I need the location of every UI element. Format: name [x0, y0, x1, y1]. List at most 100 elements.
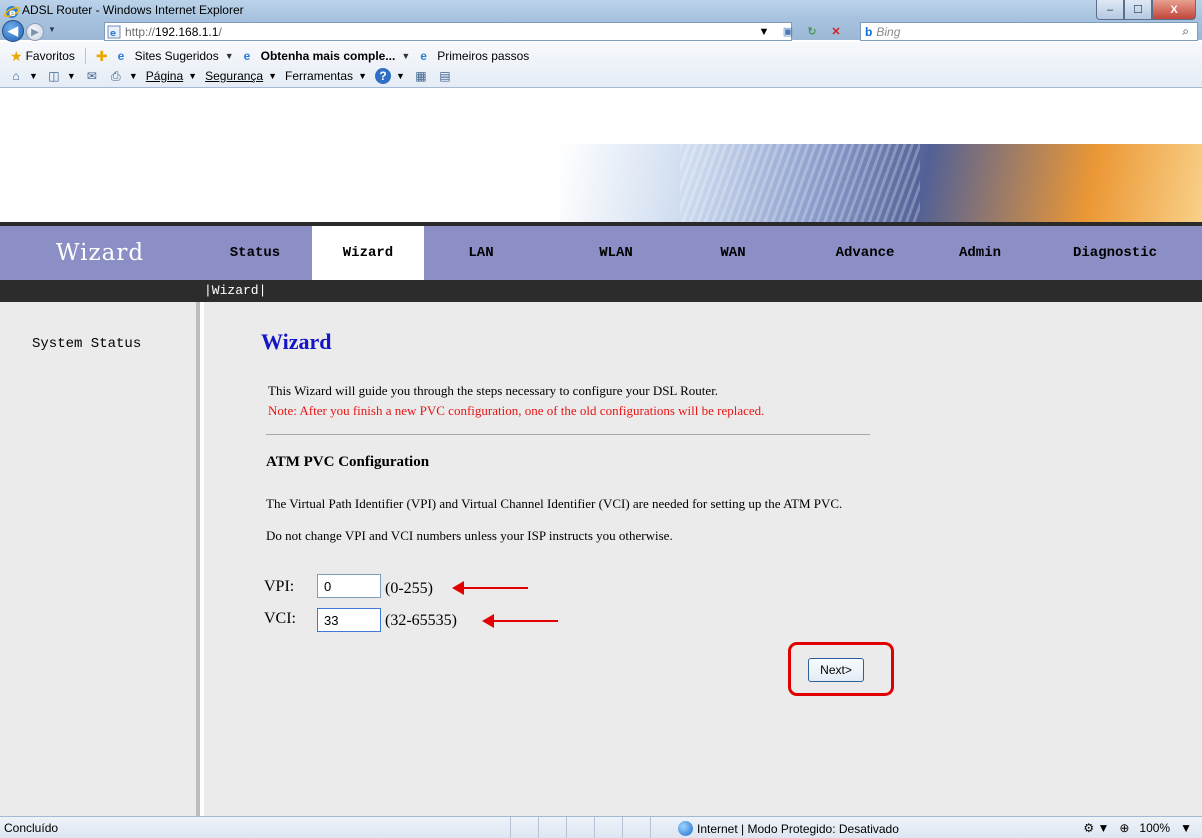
messenger-button[interactable]: ▤	[437, 68, 453, 84]
tab-advance[interactable]: Advance	[800, 226, 930, 280]
security-zone-label: Internet | Modo Protegido: Desativado	[697, 821, 899, 836]
description-text-2: Do not change VPI and VCI numbers unless…	[266, 528, 673, 543]
forward-button[interactable]: ▶	[26, 23, 44, 41]
history-dropdown-icon[interactable]: ▼	[48, 25, 56, 34]
ie-page-icon: e	[420, 49, 427, 63]
tab-diagnostic[interactable]: Diagnostic	[1040, 226, 1190, 280]
maximize-button[interactable]: ☐	[1124, 0, 1152, 20]
refresh-icon[interactable]: ↻	[802, 22, 822, 41]
compatibility-icon[interactable]: ▣	[778, 22, 798, 41]
page-title: Wizard	[261, 329, 332, 354]
address-dropdown-icon[interactable]: ▼	[754, 22, 774, 41]
zoom-icon: ⊕	[1119, 821, 1130, 835]
zoom-control[interactable]: ⚙ ▼ ⊕ 100% ▼	[1083, 821, 1192, 835]
chevron-down-icon: ▼	[224, 51, 234, 61]
vpi-arrow-annotation	[452, 581, 528, 595]
svg-text:e: e	[9, 8, 16, 19]
status-bar: Concluído Internet | Modo Protegido: Des…	[0, 816, 1202, 838]
main-nav: Wizard Status Wizard LAN WLAN WAN Advanc…	[0, 226, 1202, 280]
tab-wizard[interactable]: Wizard	[312, 226, 424, 280]
security-zone[interactable]: Internet | Modo Protegido: Desativado	[678, 821, 899, 836]
banner-stripes	[680, 144, 920, 223]
minimize-button[interactable]: –	[1096, 0, 1124, 20]
zoom-level: 100%	[1139, 821, 1171, 835]
favorites-button[interactable]: ★ Favoritos	[10, 48, 75, 65]
sidebar: System Status	[0, 302, 200, 816]
tools-menu[interactable]: Ferramentas ▼	[285, 69, 367, 83]
ie-page-icon: e	[117, 49, 125, 63]
svg-text:e: e	[110, 29, 116, 39]
favorites-row: ★ Favoritos ✚ e Sites Sugeridos ▼ e Obte…	[0, 46, 529, 66]
search-icon[interactable]: ⌕	[1182, 24, 1189, 39]
vpi-range: (0-255)	[385, 580, 433, 597]
command-bar: ⌂ ▼ ◫ ▼ ✉ ⎙ ▼ Página ▼ Segurança ▼ Ferramenta…	[0, 66, 453, 86]
url-host: 192.168.1.1	[155, 24, 219, 39]
section-brand: Wizard	[55, 240, 145, 266]
messenger-icon: ▤	[439, 69, 451, 83]
sub-nav: |Wizard|	[0, 280, 1202, 302]
vci-input[interactable]	[317, 608, 381, 632]
home-button[interactable]: ⌂ ▼	[8, 68, 38, 84]
main-content: Wizard This Wizard will guide you throug…	[204, 302, 1202, 816]
ie-logo-icon: e	[4, 6, 20, 19]
tools-menu-label: Ferramentas	[285, 69, 354, 83]
tab-wlan[interactable]: WLAN	[556, 226, 676, 280]
feeds-icon: ◫	[48, 69, 60, 83]
home-icon: ⌂	[12, 69, 20, 83]
tab-status[interactable]: Status	[200, 226, 310, 280]
url-path: /	[218, 24, 222, 39]
navigation-bar: ◀ ▶ ▼ e http://192.168.1.1/ ▼ ▣ ↻ ✕ b Bi…	[0, 20, 1202, 42]
status-segments	[510, 817, 678, 838]
fav-item-obtenha[interactable]: e Obtenha mais comple... ▼	[244, 49, 411, 63]
help-button[interactable]: ? ▼	[374, 68, 405, 84]
mail-button[interactable]: ✉	[84, 68, 100, 84]
status-text: Concluído	[4, 821, 59, 835]
back-button[interactable]: ◀	[2, 20, 24, 42]
chevron-down-icon: ▼	[29, 71, 38, 81]
sub-nav-wizard-link[interactable]: |Wizard|	[204, 283, 266, 298]
ie-page-icon: e	[243, 49, 251, 63]
divider	[266, 434, 870, 435]
vpi-input[interactable]	[317, 574, 381, 598]
fav-item-label: Sites Sugeridos	[134, 49, 219, 63]
research-button[interactable]: ▦	[413, 68, 429, 84]
window-title: ADSL Router - Windows Internet Explorer	[22, 3, 244, 17]
search-placeholder: Bing	[876, 24, 901, 39]
protected-mode-icon[interactable]: ⚙ ▼	[1083, 821, 1109, 835]
tab-wan[interactable]: WAN	[680, 226, 786, 280]
fav-item-sites-sugeridos[interactable]: e Sites Sugeridos ▼	[118, 49, 234, 63]
vci-range: (32-65535)	[385, 612, 457, 629]
tab-admin[interactable]: Admin	[930, 226, 1030, 280]
print-button[interactable]: ⎙ ▼	[108, 68, 138, 84]
printer-icon: ⎙	[111, 68, 121, 83]
page-menu[interactable]: Página ▼	[146, 69, 197, 83]
fav-item-label: Obtenha mais comple...	[260, 49, 396, 63]
search-box[interactable]: b Bing ⌕	[860, 22, 1198, 41]
vci-label: VCI:	[264, 610, 296, 627]
close-button[interactable]: X	[1152, 0, 1196, 20]
feeds-button[interactable]: ◫ ▼	[46, 68, 76, 84]
chevron-down-icon: ▼	[188, 71, 198, 81]
chevron-down-icon: ▼	[268, 71, 278, 81]
stop-icon[interactable]: ✕	[826, 22, 846, 41]
help-icon: ?	[374, 68, 391, 84]
security-menu[interactable]: Segurança ▼	[205, 69, 277, 83]
address-bar[interactable]: e http://192.168.1.1/	[104, 22, 792, 41]
page-icon: e	[107, 25, 121, 39]
description-text: The Virtual Path Identifier (VPI) and Vi…	[266, 496, 843, 511]
add-star-icon: ✚	[95, 47, 108, 64]
next-button[interactable]: Next>	[808, 658, 864, 682]
star-icon: ★	[10, 47, 23, 64]
chevron-down-icon: ▼	[66, 71, 76, 81]
add-favorite-button[interactable]: ✚	[96, 48, 108, 65]
address-tools: ▼ ▣ ↻ ✕	[754, 22, 846, 41]
router-banner	[0, 144, 1202, 223]
security-menu-label: Segurança	[205, 69, 264, 83]
note-text: Note: After you finish a new PVC configu…	[268, 403, 765, 418]
vpi-label: VPI:	[264, 578, 295, 595]
mail-icon: ✉	[86, 69, 97, 83]
fav-item-primeiros-passos[interactable]: e Primeiros passos	[420, 49, 529, 63]
bing-logo-icon: b	[865, 24, 873, 39]
tab-lan[interactable]: LAN	[424, 226, 538, 280]
sidebar-item-system-status[interactable]: System Status	[32, 336, 141, 352]
